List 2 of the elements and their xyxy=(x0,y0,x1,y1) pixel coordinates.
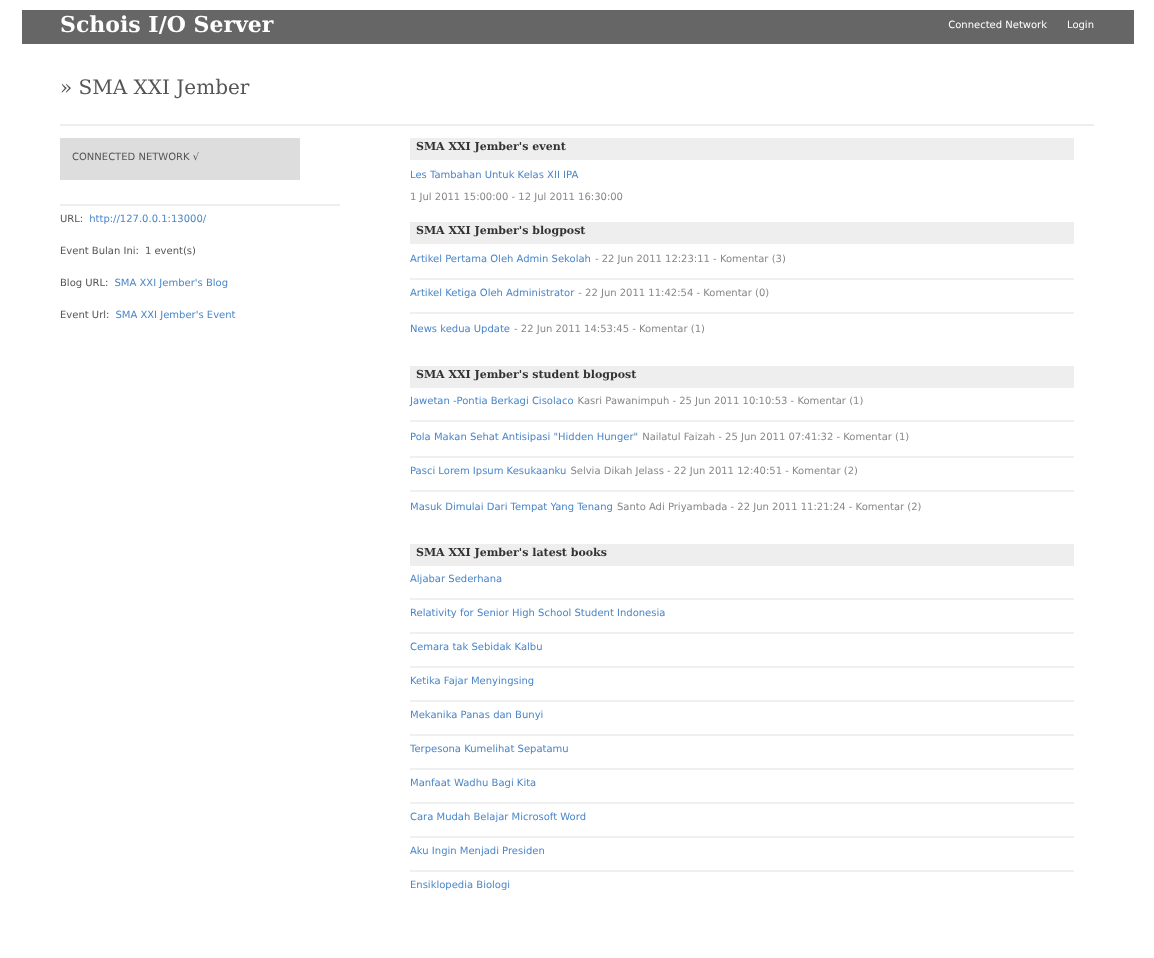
breadcrumb: » SMA XXI Jember xyxy=(60,78,250,100)
site-title: Schois I/O Server xyxy=(60,10,274,43)
